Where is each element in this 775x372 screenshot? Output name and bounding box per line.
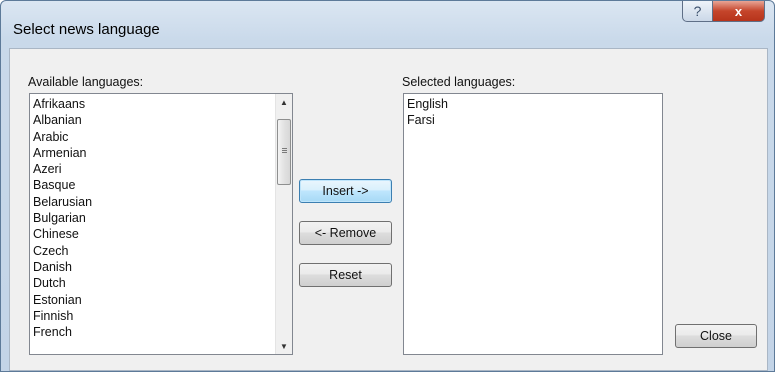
remove-button[interactable]: <- Remove [299, 221, 392, 245]
window-close-button[interactable]: x [712, 1, 765, 22]
available-languages-label: Available languages: [28, 75, 144, 89]
language-list-item[interactable]: Armenian [33, 145, 292, 161]
dialog-window: Select news language ? x Available langu… [0, 0, 775, 372]
language-list-item[interactable]: Basque [33, 177, 292, 193]
help-icon: ? [693, 3, 702, 19]
language-list-item[interactable]: Danish [33, 259, 292, 275]
scroll-down-arrow-icon[interactable]: ▼ [276, 338, 292, 354]
language-list-item[interactable]: Dutch [33, 275, 292, 291]
available-languages-scrollbar[interactable]: ▲ ▼ [275, 94, 292, 354]
available-languages-listbox[interactable]: Afrikaans Albanian Arabic Armenian Azeri Basq… [29, 93, 293, 355]
dialog-client-area: Available languages: Afrikaans Albanian Ar… [9, 48, 768, 371]
insert-button[interactable]: Insert -> [299, 179, 392, 203]
selected-languages-listbox[interactable]: English Farsi [403, 93, 663, 355]
language-list-item[interactable]: French [33, 324, 292, 340]
reset-button[interactable]: Reset [299, 263, 392, 287]
language-list-item[interactable]: Estonian [33, 292, 292, 308]
language-list-item[interactable]: English [407, 96, 662, 112]
close-button[interactable]: Close [675, 324, 757, 348]
scroll-thumb[interactable] [277, 119, 291, 185]
language-list-item[interactable]: Chinese [33, 226, 292, 242]
language-list-item[interactable]: Czech [33, 243, 292, 259]
language-list-item[interactable]: Afrikaans [33, 96, 292, 112]
language-list-item[interactable]: Belarusian [33, 194, 292, 210]
window-title: Select news language [13, 21, 160, 38]
scroll-up-arrow-icon[interactable]: ▲ [276, 94, 292, 110]
close-icon: x [734, 3, 743, 19]
help-button[interactable]: ? [682, 1, 713, 22]
language-list-item[interactable]: Arabic [33, 129, 292, 145]
selected-languages-list: English Farsi [404, 94, 662, 129]
language-list-item[interactable]: Finnish [33, 308, 292, 324]
language-list-item[interactable]: Farsi [407, 112, 662, 128]
language-list-item[interactable]: Bulgarian [33, 210, 292, 226]
scroll-grip-icon [282, 148, 287, 149]
selected-languages-label: Selected languages: [402, 75, 516, 89]
language-list-item[interactable]: Azeri [33, 161, 292, 177]
available-languages-list: Afrikaans Albanian Arabic Armenian Azeri Basq… [30, 94, 292, 340]
language-list-item[interactable]: Albanian [33, 112, 292, 128]
